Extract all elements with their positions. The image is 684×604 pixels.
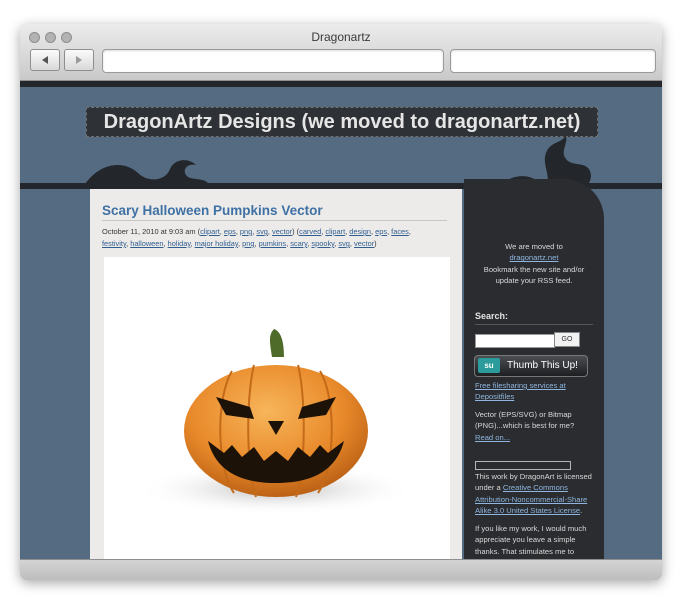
license-link[interactable]: Attribution-Noncommercial-Share [475,495,587,504]
tag-link[interactable]: png [240,227,252,236]
forward-button[interactable] [64,49,94,71]
browser-window: Dragonartz DragonArtz Designs (we moved … [20,24,662,580]
post-content: Scary Halloween Pumpkins Vector October … [90,189,462,559]
tag-link[interactable]: eps [375,227,387,236]
jack-o-lantern-illustration [136,329,416,515]
stumbleupon-icon: su [478,358,500,373]
vector-line: (PNG)...which is best for me? [475,421,575,431]
appreciation-line: thanks. That stimulates me to [475,546,575,556]
tag-link[interactable]: pumkins [259,239,287,248]
forward-arrow-icon [76,56,82,64]
search-heading: Search: [475,311,593,325]
browser-search-field[interactable] [450,49,656,73]
go-button[interactable]: GO [554,332,580,347]
tag-link[interactable]: vector [354,239,374,248]
pumpkin-image[interactable] [104,257,450,559]
post-meta: October 11, 2010 at 9:03 am (clipart, ep… [102,227,411,248]
status-bar [20,559,662,580]
title-bar: Dragonartz [20,24,662,81]
new-site-link[interactable]: dragonartz.net [510,253,559,262]
page-viewport: DragonArtz Designs (we moved to dragonar… [20,81,662,559]
url-bar[interactable] [102,49,444,73]
license-line: under a [475,483,501,493]
tag-link[interactable]: eps [224,227,236,236]
tag-link[interactable]: vector [272,227,292,236]
appreciation-line: appreciate you leave a simple [475,535,576,545]
back-button[interactable] [30,49,60,71]
tag-link[interactable]: halloween [130,239,163,248]
tag-link[interactable]: png [242,239,254,248]
license-line: This work by DragonArt is licensed [475,472,592,481]
moved-line: We are moved to [505,242,563,251]
header-top-band [20,81,662,87]
back-arrow-icon [42,56,48,64]
tag-link[interactable]: holiday [168,239,191,248]
license-text: This work by DragonArt is licensed under… [475,472,592,516]
depositfiles-link[interactable]: Depositfiles [475,392,514,401]
tag-link[interactable]: spooky [311,239,334,248]
tag-link[interactable]: major holiday [195,239,238,248]
stumbleupon-button[interactable]: su Thumb This Up! [474,355,588,377]
vector-line: Vector (EPS/SVG) or Bitmap [475,410,572,419]
window-title: Dragonartz [311,30,371,44]
thumb-this-up-label: Thumb This Up! [507,360,578,371]
moved-line: Bookmark the new site and/or [483,264,585,274]
creative-commons-badge[interactable] [475,461,571,470]
search-input[interactable] [475,334,555,348]
read-on-link[interactable]: Read on... [475,433,510,442]
tag-link[interactable]: carved [299,227,321,236]
filesharing-link: Free filesharing services at Depositfile… [475,380,600,403]
tag-link[interactable]: design [349,227,371,236]
license-link[interactable]: Alike 3.0 United States License [475,506,580,515]
appreciation-line: If you like my work, I would much [475,524,587,533]
moved-notice: We are moved to dragonartz.net Bookmark … [464,241,604,287]
tag-link[interactable]: clipart [325,227,345,236]
tag-link[interactable]: festivity [102,239,126,248]
tag-link[interactable]: svg [338,239,350,248]
tag-link[interactable]: scary [290,239,307,248]
tag-link[interactable]: svg [256,227,268,236]
appreciation-text: If you like my work, I would much apprec… [475,523,602,557]
sidebar: We are moved to dragonartz.net Bookmark … [464,179,604,559]
license-link[interactable]: Creative Commons [503,483,568,492]
post-title[interactable]: Scary Halloween Pumpkins Vector [102,203,447,221]
post-date: October 11, 2010 at 9:03 am [102,227,196,236]
vector-article-promo: Vector (EPS/SVG) or Bitmap (PNG)...which… [475,409,600,443]
tag-link[interactable]: clipart [200,227,220,236]
filesharing-link-text[interactable]: Free filesharing services at [475,381,566,390]
tag-link[interactable]: faces [391,227,409,236]
moved-line: update your RSS feed. [495,276,573,286]
